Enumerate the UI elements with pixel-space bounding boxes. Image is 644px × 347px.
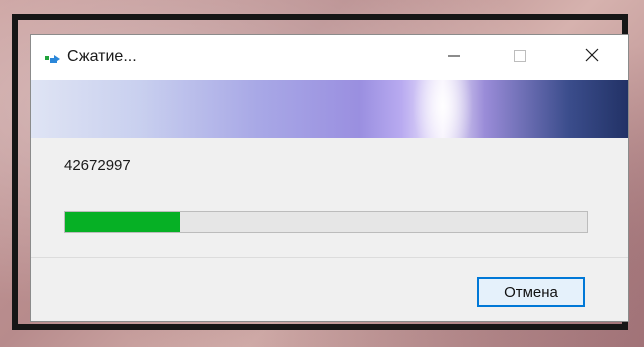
current-file-name: 42672997	[64, 157, 131, 174]
progress-fill	[65, 212, 180, 232]
close-icon	[585, 48, 599, 67]
maximize-button[interactable]	[497, 35, 543, 80]
compress-icon	[45, 52, 61, 64]
cancel-button[interactable]: Отмена	[477, 277, 585, 307]
title-bar[interactable]: Сжатие...	[31, 35, 628, 80]
maximize-icon	[514, 49, 526, 67]
dialog-banner	[31, 80, 628, 138]
close-button[interactable]	[569, 35, 615, 80]
dialog-footer: Отмена	[31, 257, 628, 321]
compress-dialog: Сжатие... 42672997 Отмена	[30, 34, 629, 322]
window-title: Сжатие...	[67, 48, 137, 65]
minimize-icon	[448, 49, 460, 67]
progress-bar	[64, 211, 588, 233]
minimize-button[interactable]	[431, 35, 477, 80]
